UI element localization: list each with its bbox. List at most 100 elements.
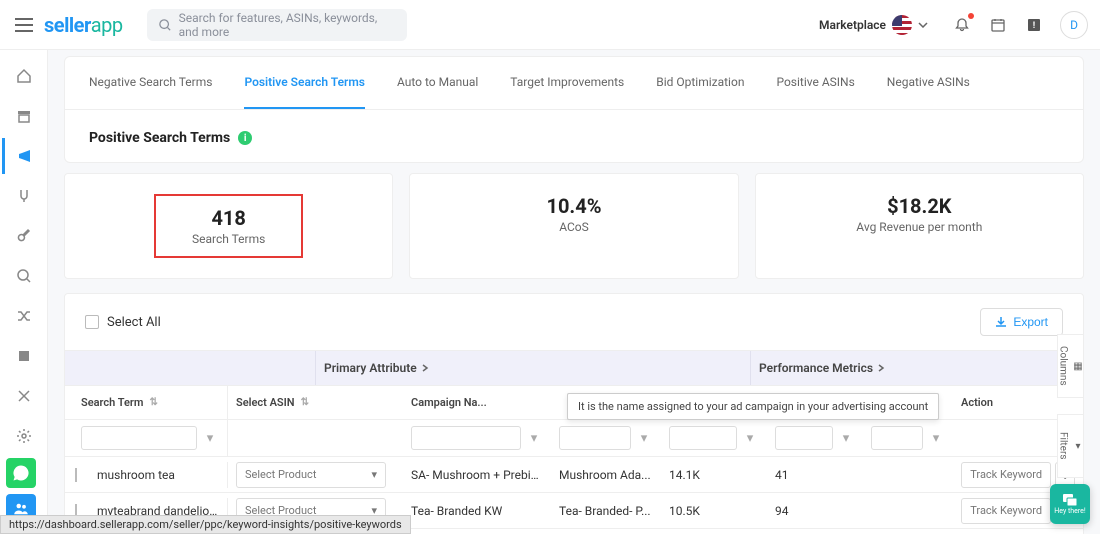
hamburger-icon <box>15 18 33 32</box>
row-checkbox[interactable] <box>75 468 77 482</box>
column-search-term[interactable]: Search Term⇅ <box>65 386 227 419</box>
group-header-primary[interactable]: Primary Attribute <box>315 351 750 385</box>
cell-metric1: 10.5K <box>661 504 767 518</box>
sidebar-item-search[interactable] <box>4 258 44 294</box>
tabs-row: Negative Search Terms Positive Search Te… <box>65 57 1083 110</box>
sidebar-item-advertising[interactable] <box>2 138 42 174</box>
tab-bid-optimization[interactable]: Bid Optimization <box>656 57 744 109</box>
cell-campaign: Tea- Branded KW <box>403 504 551 518</box>
chevron-down-icon: ▾ <box>371 468 377 481</box>
chevron-right-icon <box>877 364 885 372</box>
chat-widget[interactable]: Hey there! <box>1050 484 1090 524</box>
cell-campaign: SA- Mushroom + Prebio... <box>403 468 551 482</box>
logo-first: seller <box>44 13 91 37</box>
sidebar-item-data[interactable] <box>4 338 44 374</box>
tab-positive-search-terms[interactable]: Positive Search Terms <box>244 57 365 109</box>
filter-search-term[interactable] <box>81 426 197 450</box>
filter-col[interactable] <box>775 426 833 450</box>
chevron-right-icon <box>421 364 429 372</box>
metric-search-terms: 418 Search Terms <box>64 173 393 279</box>
cell-campaign2: Mushroom Ada... <box>551 468 661 482</box>
sidebar-item-home[interactable] <box>4 58 44 94</box>
search-placeholder: Search for features, ASINs, keywords, an… <box>179 11 395 39</box>
search-icon <box>159 18 171 32</box>
notifications-button[interactable] <box>948 11 976 39</box>
sort-icon: ⇅ <box>301 397 309 408</box>
page-title-row: Positive Search Terms i <box>65 110 1083 162</box>
filter-icon[interactable]: ▾ <box>525 431 543 446</box>
page-title: Positive Search Terms <box>89 130 230 146</box>
filter-icon[interactable]: ▾ <box>837 431 855 446</box>
metric-value: 10.4% <box>410 194 737 218</box>
filter-col[interactable] <box>871 426 923 450</box>
cell-campaign2: Tea- Branded- P... <box>551 504 661 518</box>
cell-metric1: 14.1K <box>661 468 767 482</box>
download-icon <box>995 316 1007 328</box>
metric-value: $18.2K <box>756 194 1083 218</box>
cell-search-term: mushroom tea <box>89 468 227 482</box>
track-keyword-button[interactable]: Track Keyword <box>961 498 1051 524</box>
track-keyword-button[interactable]: Track Keyword <box>961 462 1051 488</box>
checkbox-icon <box>85 315 99 329</box>
tab-negative-asins[interactable]: Negative ASINs <box>887 57 970 109</box>
sidebar-item-tool[interactable] <box>4 218 44 254</box>
status-url: https://dashboard.sellerapp.com/seller/p… <box>0 515 411 534</box>
metric-label: Search Terms <box>192 232 265 246</box>
tab-negative-search-terms[interactable]: Negative Search Terms <box>89 57 212 109</box>
metric-value: 418 <box>192 206 265 230</box>
filter-icon[interactable]: ▾ <box>201 431 219 446</box>
topbar: sellerapp Search for features, ASINs, ke… <box>0 0 1100 50</box>
cell-metric2: 94 <box>767 504 863 518</box>
metrics-row: 418 Search Terms 10.4% ACoS $18.2K Avg R… <box>64 173 1084 279</box>
sidebar-item-tools[interactable] <box>4 378 44 414</box>
group-header-row: Primary Attribute Performance Metrics <box>65 350 1083 386</box>
logo-second: app <box>91 13 123 37</box>
filter-col[interactable] <box>669 426 737 450</box>
filter-col[interactable] <box>559 426 631 450</box>
notification-dot <box>968 13 974 19</box>
export-button[interactable]: Export <box>980 308 1063 336</box>
select-all-label: Select All <box>107 315 161 330</box>
sidebar-item-plugin[interactable] <box>4 178 44 214</box>
group-header-performance[interactable]: Performance Metrics <box>750 351 1083 385</box>
columns-side-tab[interactable]: ▦ Columns <box>1057 334 1083 398</box>
select-product-dropdown[interactable]: Select Product▾ <box>236 462 386 488</box>
global-search-input[interactable]: Search for features, ASINs, keywords, an… <box>147 9 407 41</box>
filter-campaign[interactable] <box>411 426 521 450</box>
svg-text:!: ! <box>1033 21 1035 31</box>
menu-toggle[interactable] <box>12 13 36 37</box>
bell-icon <box>954 17 970 33</box>
metric-label: ACoS <box>410 220 737 234</box>
filter-icon[interactable]: ▾ <box>741 431 759 446</box>
tab-positive-asins[interactable]: Positive ASINs <box>776 57 854 109</box>
tab-target-improvements[interactable]: Target Improvements <box>510 57 624 109</box>
column-header-row: Search Term⇅ Select ASIN⇅ Campaign Na...… <box>65 386 1083 420</box>
user-avatar[interactable]: D <box>1060 11 1088 39</box>
chevron-down-icon <box>918 22 928 28</box>
avatar-initial: D <box>1070 18 1078 32</box>
sidebar-item-archive[interactable] <box>4 98 44 134</box>
select-all-checkbox[interactable]: Select All <box>85 315 161 330</box>
logo[interactable]: sellerapp <box>44 13 123 37</box>
whatsapp-button[interactable] <box>6 458 36 488</box>
main-content: Negative Search Terms Positive Search Te… <box>48 50 1100 534</box>
filter-icon[interactable]: ▾ <box>635 431 653 446</box>
filters-side-tab[interactable]: ▾ Filters <box>1057 414 1083 478</box>
sidebar-item-settings[interactable] <box>4 418 44 454</box>
chat-label: Hey there! <box>1054 507 1085 515</box>
gear-icon <box>16 428 32 444</box>
archive-icon <box>16 108 32 124</box>
us-flag-icon <box>892 15 912 35</box>
tools-icon <box>16 388 32 404</box>
sidebar-item-shuffle[interactable] <box>4 298 44 334</box>
tab-auto-to-manual[interactable]: Auto to Manual <box>397 57 478 109</box>
filter-icon[interactable]: ▾ <box>927 431 945 446</box>
marketplace-switcher[interactable]: Marketplace <box>819 15 928 35</box>
calendar-button[interactable] <box>984 11 1012 39</box>
info-icon[interactable]: i <box>238 131 252 145</box>
column-select-asin[interactable]: Select ASIN⇅ <box>227 386 403 419</box>
metric-revenue: $18.2K Avg Revenue per month <box>755 173 1084 279</box>
announcement-button[interactable]: ! <box>1020 11 1048 39</box>
column-campaign[interactable]: Campaign Na... <box>403 386 551 419</box>
export-label: Export <box>1013 315 1048 329</box>
